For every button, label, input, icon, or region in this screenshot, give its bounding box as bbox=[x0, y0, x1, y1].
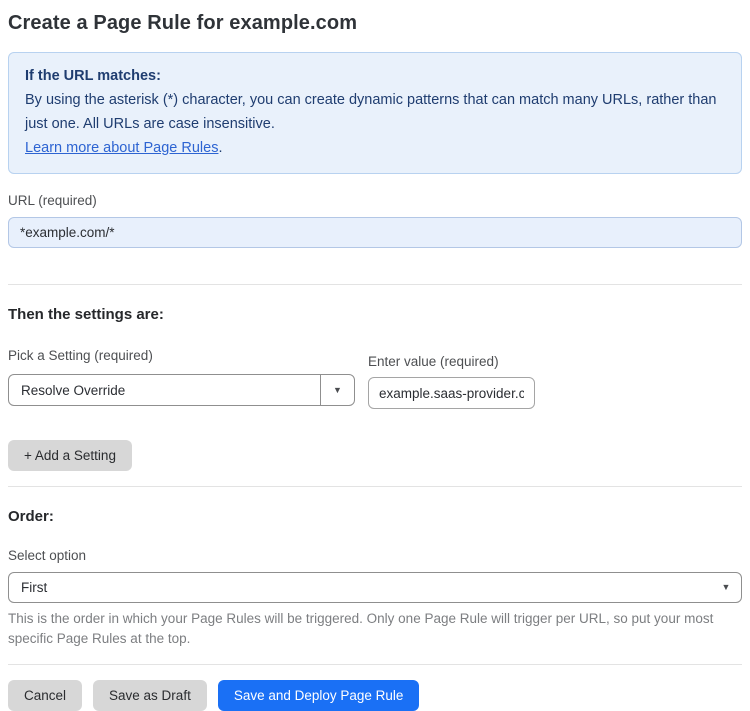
setting-value-input[interactable] bbox=[368, 377, 535, 409]
order-select-value: First bbox=[21, 580, 48, 595]
info-box-link-line: Learn more about Page Rules. bbox=[25, 136, 725, 160]
learn-more-link[interactable]: Learn more about Page Rules bbox=[25, 140, 218, 156]
order-select[interactable]: First ▼ bbox=[8, 572, 742, 603]
setting-select-value: Resolve Override bbox=[21, 382, 126, 398]
value-input-label: Enter value (required) bbox=[368, 354, 499, 369]
chevron-down-icon: ▼ bbox=[721, 582, 731, 592]
setting-value-column: Enter value (required) bbox=[368, 347, 535, 409]
save-as-draft-button[interactable]: Save as Draft bbox=[93, 680, 207, 711]
url-match-info-box: If the URL matches: By using the asteris… bbox=[8, 52, 742, 174]
divider bbox=[8, 486, 742, 487]
settings-section-heading: Then the settings are: bbox=[8, 306, 164, 323]
info-box-heading: If the URL matches: bbox=[25, 68, 161, 84]
add-setting-button[interactable]: + Add a Setting bbox=[8, 440, 132, 471]
create-page-rule-form: Create a Page Rule for example.com If th… bbox=[0, 0, 750, 711]
divider bbox=[8, 284, 742, 285]
setting-select-arrow-box[interactable]: ▼ bbox=[320, 375, 354, 405]
order-select-arrow-box[interactable]: ▼ bbox=[711, 573, 741, 602]
save-and-deploy-button[interactable]: Save and Deploy Page Rule bbox=[217, 680, 420, 711]
order-section-heading: Order: bbox=[8, 508, 54, 525]
url-field-group: URL (required) bbox=[8, 192, 742, 248]
setting-row: Pick a Setting (required) Resolve Overri… bbox=[8, 347, 742, 409]
info-box-body: By using the asterisk (*) character, you… bbox=[25, 92, 717, 132]
form-actions: Cancel Save as Draft Save and Deploy Pag… bbox=[8, 680, 742, 711]
setting-select-column: Pick a Setting (required) Resolve Overri… bbox=[8, 347, 355, 406]
order-help-text: This is the order in which your Page Rul… bbox=[8, 611, 714, 646]
cancel-button[interactable]: Cancel bbox=[8, 680, 83, 711]
divider bbox=[8, 664, 742, 665]
page-title: Create a Page Rule for example.com bbox=[8, 12, 358, 34]
url-field-label: URL (required) bbox=[8, 193, 97, 208]
setting-select-label: Pick a Setting (required) bbox=[8, 348, 153, 363]
setting-select[interactable]: Resolve Override ▼ bbox=[8, 374, 355, 406]
order-select-label: Select option bbox=[8, 548, 87, 563]
chevron-down-icon: ▼ bbox=[333, 384, 342, 395]
url-input[interactable] bbox=[8, 217, 742, 248]
link-suffix: . bbox=[218, 140, 223, 156]
